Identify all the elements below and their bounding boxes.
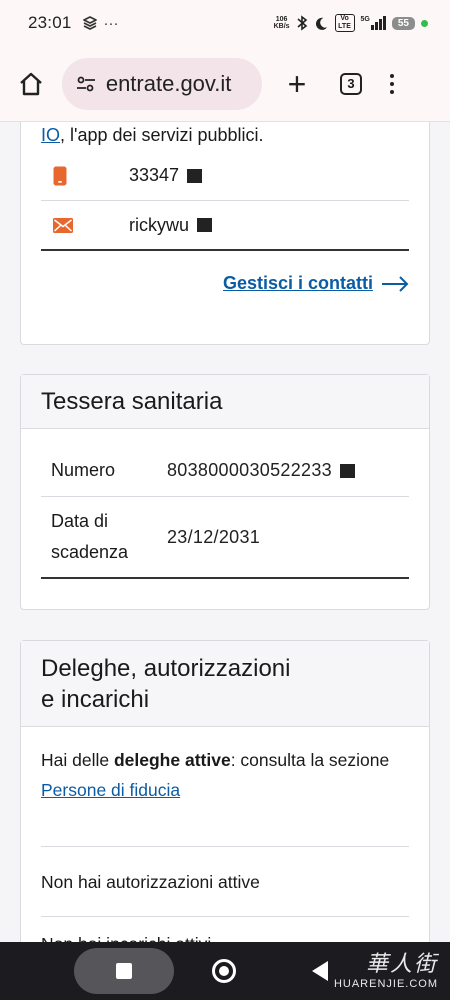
status-right-icons: 106 KB/s Vo LTE 5G 55 [274, 14, 428, 32]
moon-icon [315, 17, 327, 30]
redaction-mark [339, 463, 355, 478]
status-time: 23:01 [28, 13, 72, 32]
deleghe-bold: deleghe attive [113, 750, 231, 770]
status-bar: 23:01 ··· 106 KB/s Vo LTE 5G 55 [0, 0, 450, 46]
watermark-en: HUARENJIE.COM [333, 978, 438, 990]
net-speed: 106 KB/s [274, 16, 290, 30]
incarichi-item: Non hai incarichi attivi [41, 929, 409, 942]
page-content[interactable]: IO, l'app dei servizi pubblici. 33347 ri… [0, 122, 450, 942]
contact-email-row: rickywu [41, 201, 409, 251]
browser-toolbar: entrate.gov.it + 3 [0, 46, 450, 122]
redaction-mark [197, 218, 213, 232]
manage-contacts-link[interactable]: Gestisci i contatti [223, 273, 409, 294]
tessera-number-label: Numero [51, 460, 116, 480]
layers-icon [82, 16, 97, 30]
manage-contacts-label: Gestisci i contatti [222, 273, 373, 293]
net-speed-unit: KB/s [273, 23, 290, 30]
deleghe-header: Deleghe, autorizzazioni e incarichi [21, 641, 429, 727]
contacts-card: IO, l'app dei servizi pubblici. 33347 ri… [20, 122, 430, 345]
tessera-expiry-label-line2: scadenza [51, 542, 129, 562]
arrow-right-icon [382, 275, 409, 292]
persone-di-fiducia-link[interactable]: Persone di fiducia [41, 780, 180, 800]
site-settings-icon[interactable] [74, 73, 98, 95]
more-notifications-icon: ··· [103, 14, 119, 32]
battery-icon: 55 [391, 16, 415, 30]
watermark-cn: 華人街 [365, 952, 438, 977]
url-text: entrate.gov.it [104, 70, 232, 96]
tessera-expiry-label-line1: Data di [51, 511, 109, 531]
deleghe-suffix: : consulta la sezione [230, 750, 390, 770]
browser-menu-button[interactable] [362, 73, 422, 94]
network-type: 5G [360, 16, 370, 23]
home-nav-button[interactable] [212, 959, 236, 983]
square-icon [116, 963, 132, 979]
deleghe-title-line2: e incarichi [41, 685, 150, 713]
new-tab-button[interactable]: + [262, 68, 332, 100]
signal-icon: 5G [361, 16, 386, 30]
watermark-logo: 華人街 HUARENJIE.COM [334, 946, 438, 990]
net-speed-value: 106 [275, 16, 288, 23]
address-bar[interactable]: entrate.gov.it [62, 57, 262, 110]
tessera-title: Tessera sanitaria [41, 387, 223, 415]
status-left-icons: ··· [82, 15, 119, 32]
incarichi-text: Non hai incarichi attivi [41, 934, 211, 942]
tessera-number-value: 8038000030522233 [167, 460, 332, 480]
tab-switcher-button[interactable]: 3 [340, 72, 362, 95]
privacy-indicator-icon [421, 19, 428, 27]
deleghe-title: Deleghe, autorizzazioni e incarichi [41, 653, 290, 715]
autorizzazioni-item: Non hai autorizzazioni attive [41, 847, 409, 917]
tessera-expiry-value: 23/12/2031 [167, 526, 261, 547]
contact-phone-row: 33347 [41, 151, 409, 201]
tessera-expiry-label: Data di scadenza [41, 506, 167, 568]
email-value: rickywu [129, 214, 190, 235]
deleghe-prefix: Hai delle [41, 750, 114, 770]
home-icon [20, 72, 42, 95]
recents-button[interactable] [74, 948, 174, 994]
phone-icon [41, 166, 129, 186]
io-app-link[interactable]: IO [41, 125, 60, 145]
deleghe-title-line1: Deleghe, autorizzazioni [41, 654, 291, 682]
email-icon [41, 217, 129, 233]
back-triangle-icon[interactable] [312, 961, 328, 981]
deleghe-card: Deleghe, autorizzazioni e incarichi Hai … [20, 640, 430, 942]
tessera-header: Tessera sanitaria [21, 375, 429, 429]
tessera-sanitaria-card: Tessera sanitaria Numero 803800003052223… [20, 374, 430, 610]
io-app-description: , l'app dei servizi pubblici. [60, 125, 264, 145]
system-navigation-bar: 華人街 HUARENJIE.COM [0, 942, 450, 1000]
volte-icon: Vo LTE [334, 14, 355, 32]
bluetooth-icon [297, 15, 307, 31]
tessera-expiry-row: Data di scadenza 23/12/2031 [41, 497, 409, 579]
deleghe-active-item: Hai delle deleghe attive: consulta la se… [41, 745, 409, 847]
redaction-mark [187, 168, 203, 183]
tessera-number-row: Numero 8038000030522233 [41, 445, 409, 497]
io-app-text: IO, l'app dei servizi pubblici. [41, 125, 264, 146]
home-button[interactable] [0, 71, 62, 97]
autorizzazioni-text: Non hai autorizzazioni attive [41, 871, 260, 892]
phone-value: 33347 [129, 165, 180, 185]
circle-icon [219, 966, 229, 976]
